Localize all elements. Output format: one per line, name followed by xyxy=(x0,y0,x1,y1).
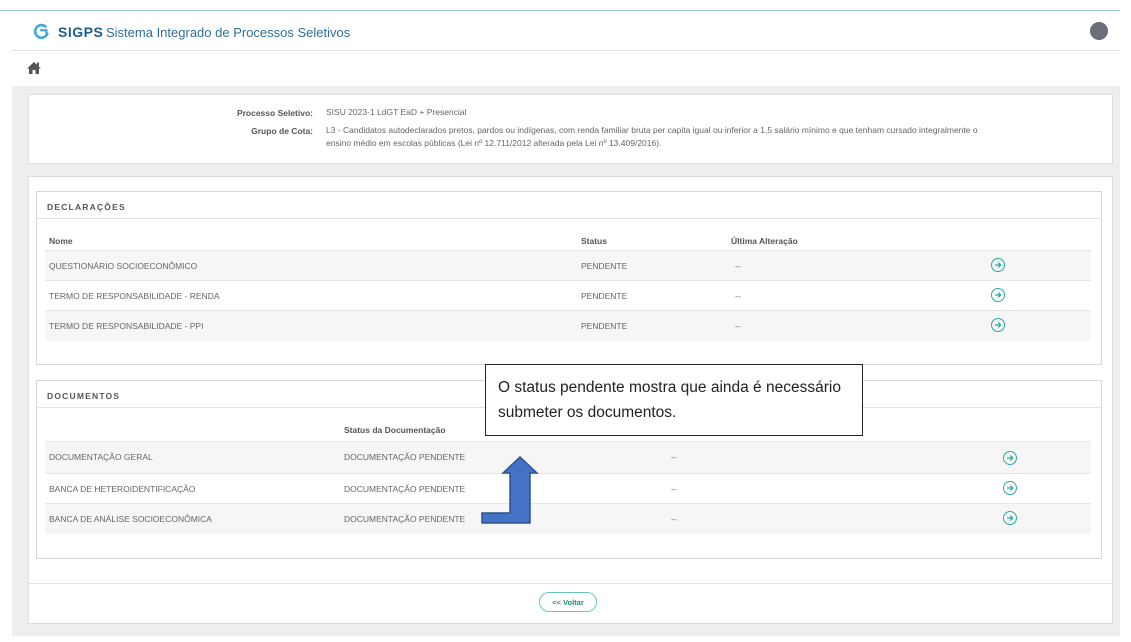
row-nome: BANCA DE ANÁLISE SOCIOECONÔMICA xyxy=(49,514,212,524)
row-nome: QUESTIONÁRIO SOCIOECONÔMICO xyxy=(49,261,198,271)
process-info-card: Processo Seletivo: SISU 2023-1 LdGT EaD … xyxy=(28,94,1113,164)
processo-value: SISU 2023-1 LdGT EaD + Presencial xyxy=(326,107,467,117)
row-nome: DOCUMENTAÇÃO GERAL xyxy=(49,452,153,462)
arrow-right-circle-icon[interactable] xyxy=(1003,511,1017,525)
table-row: BANCA DE ANÁLISE SOCIOECONÔMICA DOCUMENT… xyxy=(45,503,1091,534)
top-accent-line xyxy=(0,10,1120,11)
cota-value-line2: ensino médio em escolas públicas (Lei nº… xyxy=(326,138,662,148)
row-ultima: -- xyxy=(735,261,741,271)
brand-name: SIGPS xyxy=(58,24,104,40)
documentos-title: DOCUMENTOS xyxy=(47,391,121,401)
row-status: DOCUMENTAÇÃO PENDENTE xyxy=(344,484,466,494)
home-icon[interactable] xyxy=(26,60,42,76)
row-status: PENDENTE xyxy=(581,321,628,331)
sigps-logo-icon xyxy=(33,23,49,40)
system-name: Sistema Integrado de Processos Seletivos xyxy=(106,25,351,40)
app-header: SIGPS Sistema Integrado de Processos Sel… xyxy=(12,12,1120,51)
card-footer-divider xyxy=(29,583,1112,584)
user-avatar[interactable] xyxy=(1090,22,1108,40)
arrow-right-circle-icon[interactable] xyxy=(1003,451,1017,465)
row-nome: TERMO DE RESPONSABILIDADE - PPI xyxy=(49,321,204,331)
col-status-documentacao: Status da Documentação xyxy=(344,425,446,435)
annotation-text: O status pendente mostra que ainda é nec… xyxy=(498,379,841,421)
row-ultima: -- xyxy=(671,514,677,524)
declaracoes-panel: DECLARAÇÕES Nome Status Última Alteração… xyxy=(36,191,1102,365)
table-row: DOCUMENTAÇÃO GERAL DOCUMENTAÇÃO PENDENTE… xyxy=(45,441,1091,474)
arrow-right-circle-icon[interactable] xyxy=(991,288,1005,302)
arrow-right-circle-icon[interactable] xyxy=(1003,481,1017,495)
row-ultima: -- xyxy=(671,484,677,494)
arrow-right-circle-icon[interactable] xyxy=(991,318,1005,332)
processo-label: Processo Seletivo: xyxy=(236,108,313,118)
row-ultima: -- xyxy=(671,452,677,462)
cota-value-line1: L3 - Candidatos autodeclarados pretos, p… xyxy=(326,125,978,135)
col-nome: Nome xyxy=(49,236,73,246)
row-status: PENDENTE xyxy=(581,291,628,301)
row-ultima: -- xyxy=(735,291,741,301)
arrow-right-circle-icon[interactable] xyxy=(991,258,1005,272)
cota-label: Grupo de Cota: xyxy=(251,126,313,136)
col-status: Status xyxy=(581,236,607,246)
annotation-callout: O status pendente mostra que ainda é nec… xyxy=(485,364,863,436)
row-nome: BANCA DE HETEROIDENTIFICAÇÃO xyxy=(49,484,196,494)
declaracoes-title: DECLARAÇÕES xyxy=(47,202,126,212)
row-status: DOCUMENTAÇÃO PENDENTE xyxy=(344,452,466,462)
table-row: QUESTIONÁRIO SOCIOECONÔMICO PENDENTE -- xyxy=(45,250,1091,281)
col-ultima-alteracao: Última Alteração xyxy=(731,236,798,246)
voltar-button[interactable]: << Voltar xyxy=(539,592,597,612)
table-row: TERMO DE RESPONSABILIDADE - RENDA PENDEN… xyxy=(45,280,1091,311)
row-status: DOCUMENTAÇÃO PENDENTE xyxy=(344,514,466,524)
table-row: TERMO DE RESPONSABILIDADE - PPI PENDENTE… xyxy=(45,310,1091,341)
row-ultima: -- xyxy=(735,321,741,331)
panel-separator xyxy=(37,218,1101,219)
row-nome: TERMO DE RESPONSABILIDADE - RENDA xyxy=(49,291,220,301)
table-row: BANCA DE HETEROIDENTIFICAÇÃO DOCUMENTAÇÃ… xyxy=(45,473,1091,504)
up-arrow-icon xyxy=(481,455,539,524)
row-status: PENDENTE xyxy=(581,261,628,271)
